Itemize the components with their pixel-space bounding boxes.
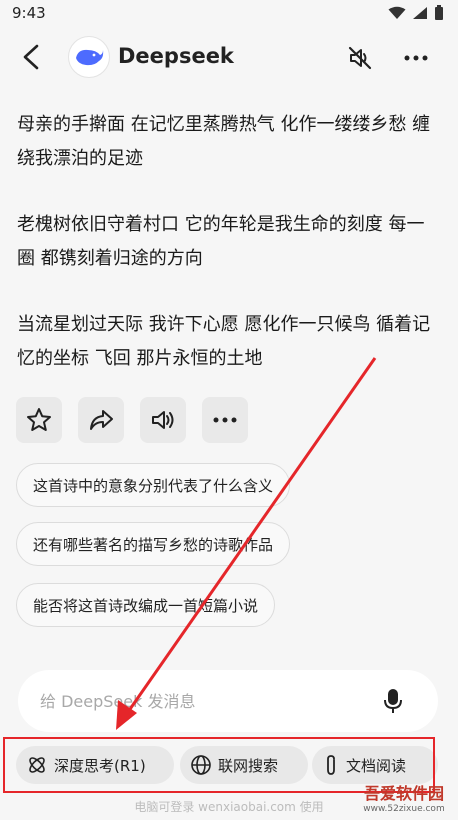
suggested-question[interactable]: 能否将这首诗改编成一首短篇小说 — [16, 583, 276, 627]
footer-note: 电脑可登录 wenxiaobai.com 使用 — [134, 800, 324, 814]
feature-toolbar: 深度思考(R1) 联网搜索 文档阅读 — [8, 741, 440, 789]
deepseek-whale-icon — [76, 49, 104, 66]
mute-button[interactable] — [344, 42, 376, 74]
paperclip-icon — [327, 755, 335, 775]
avatar[interactable] — [68, 36, 110, 78]
favorite-button[interactable] — [16, 397, 62, 443]
share-arrow-icon — [90, 410, 113, 430]
message-paragraph: 当流星划过天际 我许下心愿 愿化作一只候鸟 循着记忆的坐标 飞回 那片永恒的土地 — [17, 314, 431, 369]
web-search-toggle[interactable]: 联网搜索 — [180, 746, 308, 784]
more-dots-icon — [213, 417, 237, 423]
message-paragraph: 老槐树依旧守着村口 它的年轮是我生命的刻度 每一圈 都镌刻着归途的方向 — [17, 214, 425, 269]
message-paragraph: 母亲的手擀面 在记忆里蒸腾热气 化作一缕缕乡愁 缠绕我漂泊的足迹 — [17, 114, 431, 169]
back-button[interactable] — [16, 42, 46, 72]
document-read-toggle[interactable]: 文档阅读 — [312, 746, 438, 784]
microphone-icon — [384, 689, 402, 713]
chat-header: Deepseek — [0, 34, 458, 80]
speaker-icon — [152, 411, 174, 429]
speaker-muted-icon — [348, 46, 372, 70]
web-search-label: 联网搜索 — [218, 756, 279, 775]
signal-icon — [413, 7, 427, 19]
document-read-label: 文档阅读 — [346, 756, 407, 775]
more-options-button[interactable] — [400, 42, 432, 74]
message-input-bar — [18, 670, 438, 732]
message-input[interactable] — [40, 691, 360, 711]
star-icon — [27, 408, 51, 431]
share-button[interactable] — [78, 397, 124, 443]
read-aloud-button[interactable] — [140, 397, 186, 443]
back-arrow-icon — [23, 44, 39, 70]
more-actions-button[interactable] — [202, 397, 248, 443]
status-time: 9:43 — [12, 4, 46, 22]
deep-think-toggle[interactable]: 深度思考(R1) — [16, 746, 174, 784]
status-icons — [388, 5, 444, 21]
atom-icon — [29, 757, 45, 773]
wifi-icon — [388, 6, 406, 19]
globe-icon — [191, 755, 211, 775]
status-bar: 9:43 — [0, 0, 458, 26]
battery-icon — [435, 5, 443, 20]
more-dots-icon — [404, 55, 428, 61]
deep-think-label: 深度思考(R1) — [54, 756, 146, 775]
suggested-question[interactable]: 这首诗中的意象分别代表了什么含义 — [16, 463, 291, 507]
suggested-question[interactable]: 还有哪些著名的描写乡愁的诗歌作品 — [16, 522, 291, 566]
chat-title: Deepseek — [118, 44, 234, 68]
message-actions — [16, 397, 248, 443]
voice-input-button[interactable] — [378, 686, 408, 716]
